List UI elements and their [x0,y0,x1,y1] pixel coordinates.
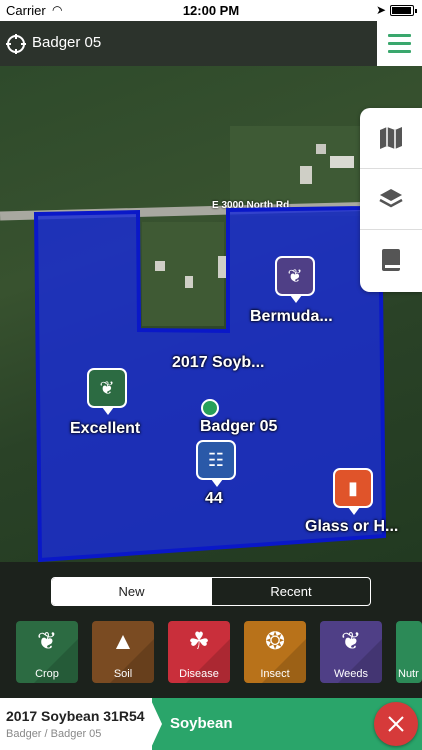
tab-recent[interactable]: Recent [211,578,370,605]
close-icon [388,716,404,732]
category-soil[interactable]: ▲ Soil [92,621,154,683]
category-nutrient[interactable]: Nutr [396,621,422,683]
crop-observation-pin[interactable]: ❦ [87,368,127,415]
map-icon [380,127,402,149]
layers-button[interactable] [360,169,422,230]
status-bar: Carrier ◠ 12:00 PM ➤ [0,0,422,21]
page-title: Badger 05 [32,34,102,51]
leaf-icon: ❦ [99,378,115,398]
chevron-divider [150,698,162,750]
map-toolbar [360,108,422,292]
pin-label-count: 44 [205,490,223,507]
observation-panel: New Recent ❦ Crop ▲ Soil ☘ Disease ❂ Ins… [0,562,422,698]
crop-label: Soybean [170,715,233,732]
hamburger-icon [388,34,411,37]
category-label: Crop [35,668,59,680]
category-label: Insect [260,668,290,680]
insect-icon: ❂ [264,628,286,655]
layers-icon [379,189,403,208]
category-insect[interactable]: ❂ Insect [244,621,306,683]
notes-button[interactable] [360,230,422,291]
leaf-icon: ❦ [340,628,362,655]
leaf-icon: ❦ [36,628,58,655]
field-label: 2017 Soyb... [172,354,265,371]
scouting-pin[interactable]: ▮ [333,468,373,515]
category-label: Disease [179,668,219,680]
weeds-observation-pin[interactable]: ❦ [275,256,315,303]
sample-pin[interactable]: ☷ [196,440,236,487]
pin-label-excellent: Excellent [70,420,141,437]
hamburger-line [388,42,411,45]
soil-icon: ▲ [111,628,135,655]
locate-icon[interactable] [5,33,27,55]
field-planting-name: 2017 Soybean 31R54 [6,708,145,724]
selected-field-bar[interactable]: 2017 Soybean 31R54 Badger / Badger 05 So… [0,698,422,750]
category-label: Nutr [398,668,419,680]
breadcrumb: Badger / Badger 05 [6,728,102,740]
location-arrow-icon: ➤ [375,3,386,17]
leaf-icon: ❦ [287,266,303,286]
sample-icon: ☷ [207,450,225,470]
field-name-label: Badger 05 [200,418,278,435]
map-mode-button[interactable] [360,108,422,169]
map-view[interactable]: E 3000 North Rd ❦ Bermuda... 2017 Soyb..… [0,66,422,562]
category-label: Soil [113,668,133,680]
menu-button[interactable] [377,21,422,66]
field-info[interactable]: 2017 Soybean 31R54 Badger / Badger 05 [0,698,152,750]
category-weeds[interactable]: ❦ Weeds [320,621,382,683]
new-recent-segmented-control: New Recent [51,577,371,606]
pin-label-bermuda: Bermuda... [250,308,333,325]
close-button[interactable] [374,702,418,746]
hamburger-line [388,50,411,53]
category-disease[interactable]: ☘ Disease [168,621,230,683]
header-bar: Badger 05 [0,21,422,66]
tab-new[interactable]: New [52,578,211,605]
pin-label-glass: Glass or H... [305,518,399,535]
status-time: 12:00 PM [182,3,240,18]
jar-icon: ▮ [348,478,358,498]
category-label: Weeds [333,668,369,680]
disease-leaf-icon: ☘ [188,628,210,655]
book-icon [382,249,400,271]
field-location-marker[interactable] [201,399,219,417]
battery-icon [390,5,417,16]
category-crop[interactable]: ❦ Crop [16,621,78,683]
